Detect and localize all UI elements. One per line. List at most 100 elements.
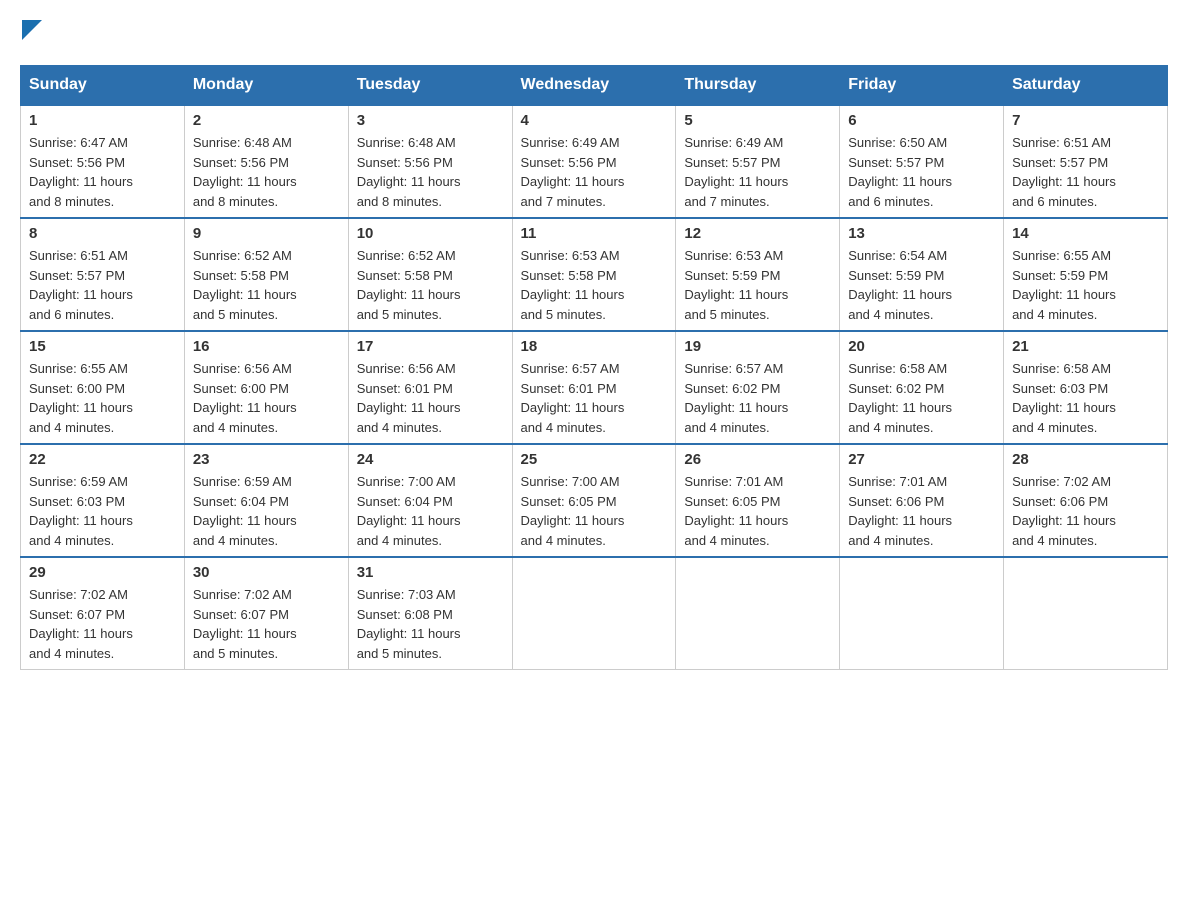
day-cell-21: 21 Sunrise: 6:58 AMSunset: 6:03 PMDayligh… [1004,331,1168,444]
day-info: Sunrise: 6:49 AMSunset: 5:57 PMDaylight:… [684,133,831,211]
day-cell-6: 6 Sunrise: 6:50 AMSunset: 5:57 PMDaylight… [840,105,1004,218]
day-cell-5: 5 Sunrise: 6:49 AMSunset: 5:57 PMDaylight… [676,105,840,218]
day-cell-15: 15 Sunrise: 6:55 AMSunset: 6:00 PMDayligh… [21,331,185,444]
day-info: Sunrise: 7:00 AMSunset: 6:05 PMDaylight:… [521,472,668,550]
empty-cell [1004,557,1168,670]
logo [20,20,42,45]
day-info: Sunrise: 7:03 AMSunset: 6:08 PMDaylight:… [357,585,504,663]
day-cell-25: 25 Sunrise: 7:00 AMSunset: 6:05 PMDayligh… [512,444,676,557]
day-header-wednesday: Wednesday [512,66,676,106]
day-number: 8 [29,225,176,242]
day-cell-31: 31 Sunrise: 7:03 AMSunset: 6:08 PMDayligh… [348,557,512,670]
day-number: 21 [1012,338,1159,355]
empty-cell [840,557,1004,670]
day-cell-30: 30Sunrise: 7:02 AMSunset: 6:07 PMDayligh… [184,557,348,670]
day-number: 31 [357,564,504,581]
day-info: Sunrise: 6:55 AMSunset: 6:00 PMDaylight:… [29,359,176,437]
day-number: 11 [521,225,668,242]
day-cell-14: 14 Sunrise: 6:55 AMSunset: 5:59 PMDayligh… [1004,218,1168,331]
page-header [20,20,1168,45]
day-info: Sunrise: 6:59 AMSunset: 6:03 PMDaylight:… [29,472,176,550]
day-cell-19: 19Sunrise: 6:57 AMSunset: 6:02 PMDayligh… [676,331,840,444]
day-number: 15 [29,338,176,355]
day-cell-3: 3 Sunrise: 6:48 AMSunset: 5:56 PMDaylight… [348,105,512,218]
day-number: 17 [357,338,504,355]
day-cell-27: 27 Sunrise: 7:01 AMSunset: 6:06 PMDayligh… [840,444,1004,557]
week-row-3: 15 Sunrise: 6:55 AMSunset: 6:00 PMDayligh… [21,331,1168,444]
week-row-2: 8 Sunrise: 6:51 AMSunset: 5:57 PMDaylight… [21,218,1168,331]
week-row-4: 22Sunrise: 6:59 AMSunset: 6:03 PMDayligh… [21,444,1168,557]
logo-triangle-icon [22,20,42,40]
day-cell-22: 22Sunrise: 6:59 AMSunset: 6:03 PMDayligh… [21,444,185,557]
day-info: Sunrise: 6:49 AMSunset: 5:56 PMDaylight:… [521,133,668,211]
day-cell-20: 20 Sunrise: 6:58 AMSunset: 6:02 PMDayligh… [840,331,1004,444]
day-number: 6 [848,112,995,129]
day-number: 7 [1012,112,1159,129]
day-number: 2 [193,112,340,129]
day-number: 3 [357,112,504,129]
day-number: 10 [357,225,504,242]
day-number: 28 [1012,451,1159,468]
day-header-sunday: Sunday [21,66,185,106]
day-number: 4 [521,112,668,129]
day-header-monday: Monday [184,66,348,106]
day-info: Sunrise: 6:47 AMSunset: 5:56 PMDaylight:… [29,133,176,211]
day-number: 29 [29,564,176,581]
day-info: Sunrise: 6:57 AMSunset: 6:02 PMDaylight:… [684,359,831,437]
day-cell-1: 1 Sunrise: 6:47 AMSunset: 5:56 PMDaylight… [21,105,185,218]
day-info: Sunrise: 6:53 AMSunset: 5:59 PMDaylight:… [684,246,831,324]
day-info: Sunrise: 6:58 AMSunset: 6:03 PMDaylight:… [1012,359,1159,437]
day-info: Sunrise: 6:48 AMSunset: 5:56 PMDaylight:… [357,133,504,211]
day-info: Sunrise: 6:57 AMSunset: 6:01 PMDaylight:… [521,359,668,437]
day-info: Sunrise: 6:56 AMSunset: 6:01 PMDaylight:… [357,359,504,437]
day-info: Sunrise: 6:52 AMSunset: 5:58 PMDaylight:… [193,246,340,324]
calendar-header: SundayMondayTuesdayWednesdayThursdayFrid… [21,66,1168,106]
day-number: 26 [684,451,831,468]
day-cell-8: 8 Sunrise: 6:51 AMSunset: 5:57 PMDaylight… [21,218,185,331]
day-cell-13: 13Sunrise: 6:54 AMSunset: 5:59 PMDayligh… [840,218,1004,331]
day-cell-28: 28 Sunrise: 7:02 AMSunset: 6:06 PMDayligh… [1004,444,1168,557]
day-number: 25 [521,451,668,468]
calendar-table: SundayMondayTuesdayWednesdayThursdayFrid… [20,65,1168,670]
day-info: Sunrise: 7:00 AMSunset: 6:04 PMDaylight:… [357,472,504,550]
day-info: Sunrise: 6:55 AMSunset: 5:59 PMDaylight:… [1012,246,1159,324]
header-row: SundayMondayTuesdayWednesdayThursdayFrid… [21,66,1168,106]
day-info: Sunrise: 7:02 AMSunset: 6:07 PMDaylight:… [193,585,340,663]
empty-cell [676,557,840,670]
day-info: Sunrise: 6:51 AMSunset: 5:57 PMDaylight:… [1012,133,1159,211]
day-number: 20 [848,338,995,355]
day-info: Sunrise: 7:02 AMSunset: 6:07 PMDaylight:… [29,585,176,663]
day-info: Sunrise: 6:53 AMSunset: 5:58 PMDaylight:… [521,246,668,324]
day-cell-26: 26Sunrise: 7:01 AMSunset: 6:05 PMDayligh… [676,444,840,557]
day-number: 13 [848,225,995,242]
day-number: 18 [521,338,668,355]
day-cell-2: 2Sunrise: 6:48 AMSunset: 5:56 PMDaylight… [184,105,348,218]
day-info: Sunrise: 6:58 AMSunset: 6:02 PMDaylight:… [848,359,995,437]
day-number: 12 [684,225,831,242]
day-cell-18: 18 Sunrise: 6:57 AMSunset: 6:01 PMDayligh… [512,331,676,444]
day-header-friday: Friday [840,66,1004,106]
day-cell-12: 12 Sunrise: 6:53 AMSunset: 5:59 PMDayligh… [676,218,840,331]
day-info: Sunrise: 7:02 AMSunset: 6:06 PMDaylight:… [1012,472,1159,550]
day-cell-10: 10 Sunrise: 6:52 AMSunset: 5:58 PMDayligh… [348,218,512,331]
day-cell-17: 17 Sunrise: 6:56 AMSunset: 6:01 PMDayligh… [348,331,512,444]
day-info: Sunrise: 6:51 AMSunset: 5:57 PMDaylight:… [29,246,176,324]
day-info: Sunrise: 6:59 AMSunset: 6:04 PMDaylight:… [193,472,340,550]
day-number: 27 [848,451,995,468]
day-number: 9 [193,225,340,242]
day-number: 5 [684,112,831,129]
day-number: 1 [29,112,176,129]
day-cell-7: 7 Sunrise: 6:51 AMSunset: 5:57 PMDaylight… [1004,105,1168,218]
empty-cell [512,557,676,670]
day-header-thursday: Thursday [676,66,840,106]
day-header-saturday: Saturday [1004,66,1168,106]
day-info: Sunrise: 6:52 AMSunset: 5:58 PMDaylight:… [357,246,504,324]
day-info: Sunrise: 7:01 AMSunset: 6:06 PMDaylight:… [848,472,995,550]
day-number: 14 [1012,225,1159,242]
day-number: 16 [193,338,340,355]
day-cell-4: 4 Sunrise: 6:49 AMSunset: 5:56 PMDaylight… [512,105,676,218]
day-cell-29: 29 Sunrise: 7:02 AMSunset: 6:07 PMDayligh… [21,557,185,670]
day-info: Sunrise: 6:50 AMSunset: 5:57 PMDaylight:… [848,133,995,211]
day-number: 24 [357,451,504,468]
week-row-1: 1 Sunrise: 6:47 AMSunset: 5:56 PMDaylight… [21,105,1168,218]
